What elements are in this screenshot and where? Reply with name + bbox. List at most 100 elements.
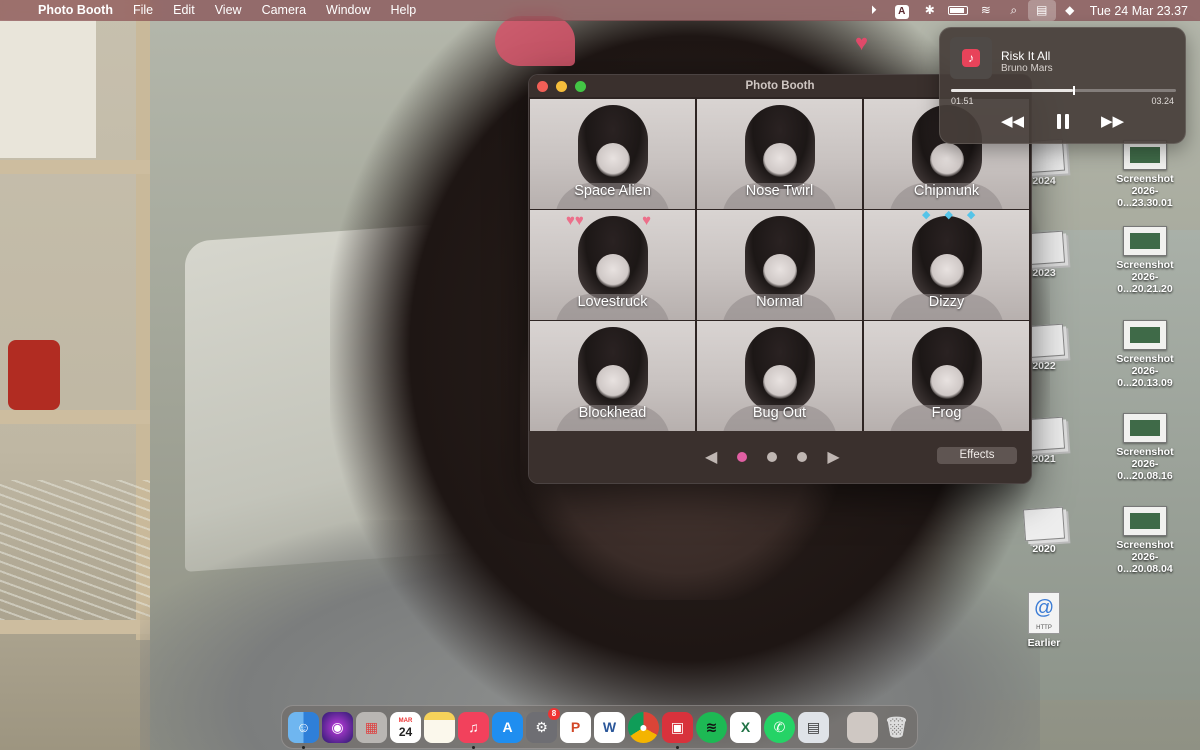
effect-dizzy[interactable]: ◆◆◆ Dizzy bbox=[864, 210, 1029, 320]
screenshot-thumbnail bbox=[1123, 506, 1167, 536]
battery-icon[interactable] bbox=[944, 0, 972, 21]
effect-nose-twirl[interactable]: Nose Twirl bbox=[697, 99, 862, 209]
preview-icon[interactable]: ▤ bbox=[798, 711, 829, 743]
playback-controls: ◀◀ ▶▶ bbox=[940, 108, 1185, 134]
desktop-item-label: Screenshot bbox=[1116, 539, 1174, 551]
effects-button[interactable]: Effects bbox=[937, 447, 1017, 464]
desktop-screenshot-1[interactable]: Screenshot 2026-0...23.30.01 bbox=[1104, 140, 1186, 209]
menu-camera[interactable]: Camera bbox=[252, 0, 316, 21]
wifi-icon[interactable]: ≋ bbox=[972, 0, 1000, 21]
page-dot-1[interactable] bbox=[737, 452, 748, 462]
zoom-window-button[interactable] bbox=[575, 81, 586, 92]
menu-file[interactable]: File bbox=[123, 0, 163, 21]
subject-preview bbox=[577, 216, 648, 300]
effect-lovestruck[interactable]: ♥♥ ♥ Lovestruck bbox=[530, 210, 695, 320]
track-artist: Bruno Mars bbox=[1001, 63, 1053, 74]
effects-grid: Space Alien Nose Twirl Chipmunk ♥♥ ♥ Lov… bbox=[530, 99, 1030, 431]
search-icon[interactable]: ⌕ bbox=[1000, 0, 1028, 21]
minimize-window-button[interactable] bbox=[556, 81, 567, 92]
music-note-icon: ♪ bbox=[962, 49, 980, 67]
desktop-item-sublabel: 2026-0...20.08.04 bbox=[1117, 551, 1173, 575]
control-center-icon[interactable]: ▤ bbox=[1027, 0, 1056, 21]
whatsapp-icon[interactable]: ✆ bbox=[764, 711, 795, 743]
effect-label: Dizzy bbox=[928, 294, 965, 310]
window-footer: ◀ ▶ Effects bbox=[529, 431, 1031, 483]
menu-bar: Photo Booth File Edit View Camera Window… bbox=[0, 0, 1200, 21]
photo-booth-icon[interactable]: ▣ bbox=[662, 711, 693, 749]
launchpad-icon[interactable]: ▦ bbox=[356, 711, 387, 743]
trash-icon[interactable]: 🗑 bbox=[881, 712, 912, 743]
desktop-item-label: Screenshot bbox=[1116, 353, 1174, 365]
http-document-icon: @ HTTP bbox=[1028, 592, 1060, 634]
system-settings-icon[interactable]: ⚙ 8 bbox=[526, 707, 560, 743]
effect-label: Lovestruck bbox=[577, 294, 648, 310]
bluetooth-icon[interactable]: ✱ bbox=[916, 0, 944, 21]
cables bbox=[0, 480, 150, 620]
page-dot-3[interactable] bbox=[797, 452, 808, 462]
notes-icon[interactable] bbox=[424, 711, 455, 743]
siri-icon[interactable]: ◉ bbox=[322, 711, 353, 743]
excel-icon[interactable]: X bbox=[730, 711, 761, 743]
spotify-icon[interactable]: ≋ bbox=[696, 711, 727, 743]
subject-preview bbox=[911, 216, 982, 300]
screenshot-thumbnail bbox=[1123, 320, 1167, 350]
desktop-item-label: Screenshot bbox=[1116, 173, 1174, 185]
menu-edit[interactable]: Edit bbox=[163, 0, 205, 21]
playhead[interactable] bbox=[1073, 86, 1076, 95]
effect-label: Bug Out bbox=[752, 405, 807, 421]
now-playing-widget[interactable]: ♪ Risk It All Bruno Mars 01.51 03.24 ◀◀ … bbox=[939, 27, 1186, 144]
keyboard-input-icon[interactable]: A bbox=[888, 0, 916, 21]
menu-window[interactable]: Window bbox=[316, 0, 380, 21]
desktop-item-label: 2020 bbox=[1032, 543, 1056, 555]
pause-icon[interactable] bbox=[1050, 108, 1076, 134]
desktop-item-label: Earlier bbox=[1027, 637, 1061, 649]
hearts-icon: ♥♥ bbox=[566, 212, 584, 229]
previous-page-icon[interactable]: ◀ bbox=[705, 447, 717, 467]
track-title: Risk It All bbox=[1001, 49, 1051, 63]
window-title: Photo Booth bbox=[745, 80, 815, 92]
desktop-folder-earlier[interactable]: @ HTTP Earlier bbox=[1003, 592, 1085, 649]
menu-view[interactable]: View bbox=[205, 0, 252, 21]
menu-help[interactable]: Help bbox=[381, 0, 427, 21]
menubar-clock[interactable]: Tue 24 Mar 23.37 bbox=[1084, 4, 1200, 18]
red-bottle bbox=[8, 340, 60, 410]
screenshot-thumbnail bbox=[1123, 226, 1167, 256]
effect-label: Blockhead bbox=[578, 405, 647, 421]
pink-bow bbox=[495, 16, 575, 66]
fast-forward-icon[interactable]: ▶▶ bbox=[1100, 108, 1126, 134]
effect-bug-out[interactable]: Bug Out bbox=[697, 321, 862, 431]
desktop-screenshot-2[interactable]: Screenshot 2026-0...20.21.20 bbox=[1104, 226, 1186, 295]
siri-icon[interactable]: ◆ bbox=[1056, 0, 1084, 21]
next-page-icon[interactable]: ▶ bbox=[827, 447, 839, 467]
play-status-icon[interactable]: ⏵ bbox=[860, 0, 888, 21]
effect-blockhead[interactable]: Blockhead bbox=[530, 321, 695, 431]
stack-icon bbox=[1022, 506, 1066, 542]
desktop-screenshot-4[interactable]: Screenshot 2026-0...20.08.16 bbox=[1104, 413, 1186, 482]
app-menu[interactable]: Photo Booth bbox=[34, 0, 123, 21]
playback-scrubber[interactable] bbox=[951, 86, 1176, 95]
page-dot-2[interactable] bbox=[767, 452, 778, 462]
shelf-board bbox=[0, 620, 150, 634]
close-window-button[interactable] bbox=[537, 81, 548, 92]
word-icon[interactable]: W bbox=[594, 711, 625, 743]
desktop-folder-2020[interactable]: 2020 bbox=[1003, 506, 1085, 555]
shelf-box bbox=[0, 20, 96, 158]
elapsed-time: 01.51 bbox=[951, 96, 974, 106]
desktop-screenshot-5[interactable]: Screenshot 2026-0...20.08.04 bbox=[1104, 506, 1186, 575]
effect-normal[interactable]: Normal bbox=[697, 210, 862, 320]
subject-preview bbox=[577, 105, 648, 189]
effect-space-alien[interactable]: Space Alien bbox=[530, 99, 695, 209]
app-store-icon[interactable]: A bbox=[492, 711, 523, 743]
chrome-icon[interactable]: ● bbox=[628, 711, 659, 743]
desktop-screenshot-3[interactable]: Screenshot 2026-0...20.13.09 bbox=[1104, 320, 1186, 389]
finder-icon[interactable]: ☺ bbox=[288, 711, 319, 749]
rewind-icon[interactable]: ◀◀ bbox=[1000, 108, 1026, 134]
calendar-icon[interactable]: MAR 24 bbox=[390, 711, 421, 743]
desktop-item-sublabel: 2026-0...23.30.01 bbox=[1117, 185, 1173, 209]
music-icon[interactable]: ♫ bbox=[458, 711, 489, 749]
effect-frog[interactable]: Frog bbox=[864, 321, 1029, 431]
photos-stack-icon[interactable] bbox=[847, 711, 878, 743]
powerpoint-icon[interactable]: P bbox=[560, 711, 591, 743]
window-controls bbox=[537, 81, 586, 92]
effect-label: Nose Twirl bbox=[745, 183, 814, 199]
